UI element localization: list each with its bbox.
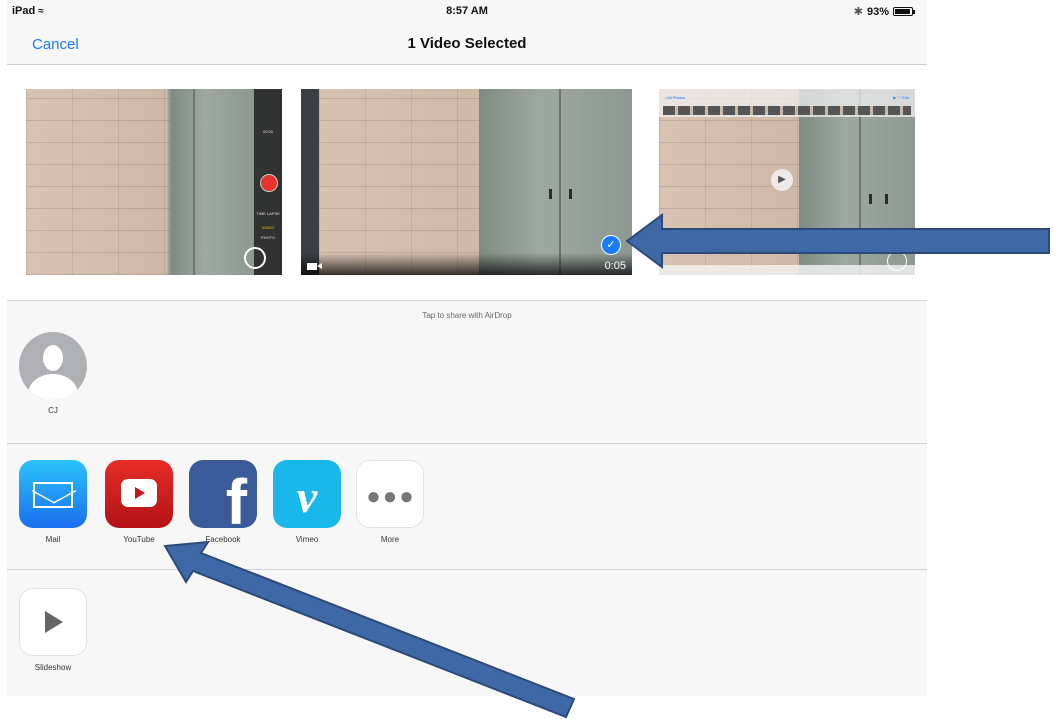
cabinet-edge [193,89,195,275]
play-icon [19,588,87,656]
cabinet-handle [869,194,872,204]
embedded-edit-label: ▶ ♡ Edit [893,95,909,100]
camera-mode-label-photo: PHOTO [260,235,276,240]
status-time: 8:57 AM [446,5,488,17]
camera-timer-label: 00:00 [262,129,273,134]
video-info-bar: 0:05 [301,253,632,275]
more-icon: ●●● [356,460,424,528]
ellipsis-icon: ●●● [366,483,416,510]
cabinet-handle [549,189,552,199]
share-sheet-screen: iPad ≈ 8:57 AM ✱ 93% Cancel 1 Video Sele… [7,0,927,696]
airdrop-section: Tap to share with AirDrop CJ [7,301,927,444]
vimeo-icon: v [273,460,341,528]
battery-percent: 93% [866,5,889,18]
actions-row: Slideshow [7,570,927,696]
share-app-youtube[interactable]: YouTube [104,460,174,544]
page-title: 1 Video Selected [407,35,527,52]
mail-icon [19,460,87,528]
share-app-label: YouTube [123,535,155,544]
share-app-label: Facebook [205,535,241,544]
airdrop-hint: Tap to share with AirDrop [422,311,512,320]
youtube-icon [105,460,173,528]
cabinet-handle [885,194,888,204]
record-icon [260,174,278,192]
camera-mode-label: TIME LAPSE [256,211,280,216]
cabinet-handle [569,189,572,199]
wall-image-area [319,89,479,275]
camera-mode-label-active: VIDEO [261,225,275,230]
avatar-head-icon [43,345,63,371]
airdrop-person-name: CJ [48,406,58,415]
share-app-vimeo[interactable]: v Vimeo [272,460,342,544]
share-app-label: More [380,535,400,544]
envelope-icon [33,482,73,508]
facebook-f-glyph: f [225,466,247,528]
avatar-body-icon [28,374,78,400]
share-app-mail[interactable]: Mail [18,460,88,544]
battery-icon [893,7,915,16]
media-thumbnail-1[interactable]: 00:00 TIME LAPSE VIDEO PHOTO [26,89,282,275]
share-app-label: Vimeo [295,535,319,544]
share-app-more[interactable]: ●●● More [355,460,425,544]
video-duration: 0:05 [604,260,626,272]
share-app-label: Mail [45,535,61,544]
embedded-bottom-toolbar [659,265,915,275]
cabinet-door-gap [559,89,561,275]
action-label: Slideshow [34,663,72,672]
share-app-facebook[interactable]: f Facebook [188,460,258,544]
youtube-play-icon [121,479,157,507]
airdrop-person-cj[interactable]: CJ [18,332,88,415]
dark-cabinet-area [301,89,319,275]
selected-checkmark-icon: ✓ [601,235,621,255]
embedded-photos-toolbar: ‹ All Photos ▶ ♡ Edit [659,89,915,117]
action-slideshow[interactable]: Slideshow [18,588,88,672]
media-thumbnail-strip: 00:00 TIME LAPSE VIDEO PHOTO ✓ 0:05 ‹ Al… [7,65,927,301]
cabinet-image-area [171,89,254,275]
video-camera-icon [307,263,322,270]
nav-bar: Cancel 1 Video Selected [7,20,927,65]
media-thumbnail-3[interactable]: ‹ All Photos ▶ ♡ Edit ▶ [659,89,915,275]
vimeo-v-glyph: v [296,471,318,522]
selection-ring-icon [244,247,266,269]
play-icon: ▶ [771,169,793,191]
facebook-icon: f [189,460,257,528]
bluetooth-icon: ✱ [853,6,863,18]
embedded-back-label: ‹ All Photos [665,95,686,100]
share-apps-row: Mail YouTube f Facebook v Vimeo ●●● More [7,444,927,570]
status-right: ✱ 93% [853,5,915,18]
media-thumbnail-2-selected[interactable]: ✓ 0:05 [301,89,632,275]
selection-ring-icon [887,251,907,271]
status-bar: iPad ≈ 8:57 AM ✱ 93% [7,0,927,20]
wall-image-area [26,89,171,275]
avatar [19,332,87,400]
film-strip [663,106,911,115]
